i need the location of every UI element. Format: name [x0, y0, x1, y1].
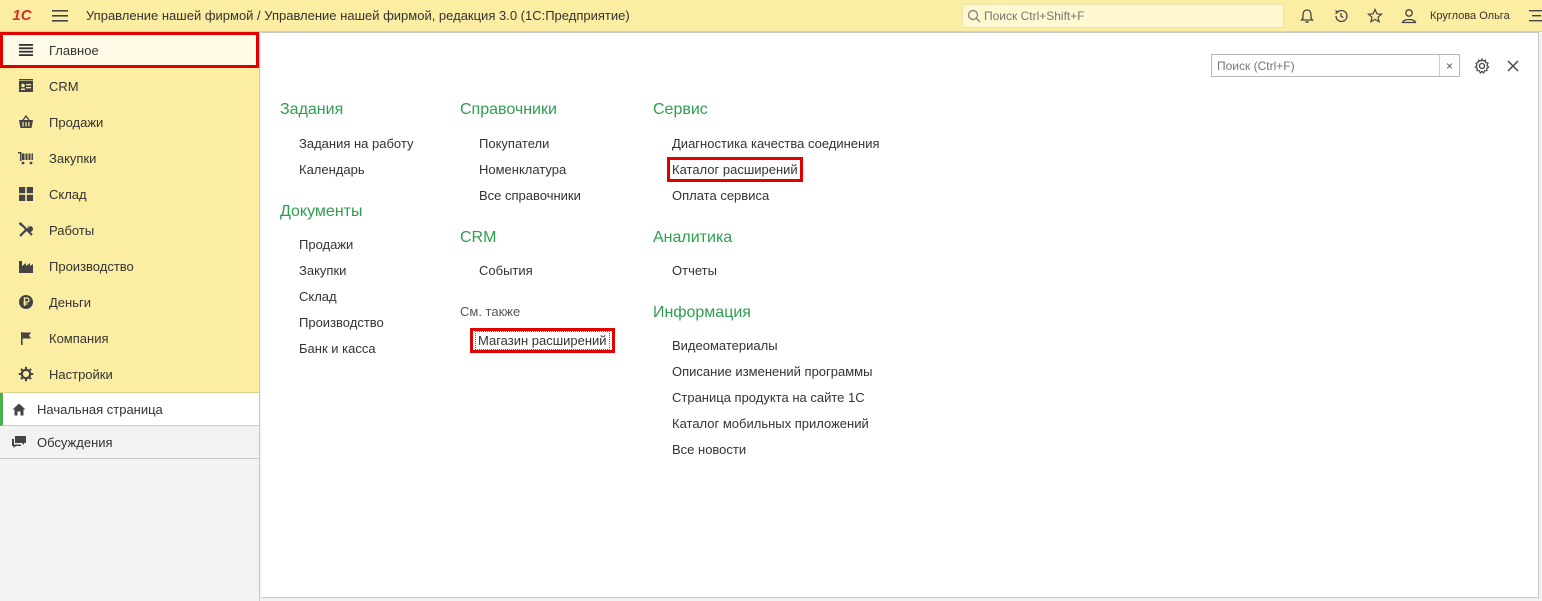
factory-icon	[16, 256, 36, 276]
search-clear-button[interactable]: ×	[1439, 55, 1459, 76]
link-calendar[interactable]: Календарь	[299, 162, 365, 177]
link-connection-diagnostics[interactable]: Диагностика качества соединения	[672, 136, 880, 151]
nav-home-page[interactable]: Начальная страница	[0, 393, 259, 426]
star-icon[interactable]	[1358, 0, 1392, 32]
chat-icon	[10, 433, 28, 451]
section-sklad[interactable]: Склад	[0, 176, 259, 212]
link-nomenclature[interactable]: Номенклатура	[479, 162, 566, 177]
top-icons: Круглова Ольга	[1290, 0, 1542, 32]
link-reports[interactable]: Отчеты	[672, 263, 717, 278]
link-doc-purchases[interactable]: Закупки	[299, 263, 346, 278]
section-label: Деньги	[49, 294, 91, 310]
link-extensions-catalog[interactable]: Каталог расширений	[667, 157, 803, 182]
see-also-label: См. также	[460, 304, 521, 319]
link-mobile-apps-catalog[interactable]: Каталог мобильных приложений	[672, 416, 869, 431]
link-doc-production[interactable]: Производство	[299, 315, 384, 330]
warehouse-icon	[16, 184, 36, 204]
tools-icon	[16, 220, 36, 240]
history-icon[interactable]	[1324, 0, 1358, 32]
main-menu-icon[interactable]	[44, 0, 76, 32]
bell-icon[interactable]	[1290, 0, 1324, 32]
link-doc-sales[interactable]: Продажи	[299, 237, 353, 252]
section-glavnoe[interactable]: Главное	[0, 32, 259, 68]
link-service-payment[interactable]: Оплата сервиса	[672, 188, 769, 203]
link-extensions-store-label: Магазин расширений	[475, 331, 610, 350]
group-title-crm: CRM	[460, 229, 497, 246]
section-zakupki[interactable]: Закупки	[0, 140, 259, 176]
basket-icon	[16, 112, 36, 132]
group-title-tasks: Задания	[280, 101, 344, 118]
section-prodazhi[interactable]: Продажи	[0, 104, 259, 140]
link-customers[interactable]: Покупатели	[479, 136, 549, 151]
section-raboty[interactable]: Работы	[0, 212, 259, 248]
section-label: CRM	[49, 78, 79, 94]
section-crm[interactable]: CRM	[0, 68, 259, 104]
ruble-icon	[16, 292, 36, 312]
link-extensions-store[interactable]: Магазин расширений	[470, 328, 615, 353]
link-changelog[interactable]: Описание изменений программы	[672, 364, 872, 379]
group-title-documents: Документы	[280, 203, 363, 220]
link-all-news[interactable]: Все новости	[672, 442, 746, 457]
section-label: Главное	[49, 42, 99, 58]
link-product-page[interactable]: Страница продукта на сайте 1С	[672, 390, 865, 405]
form-search-input[interactable]	[1212, 55, 1439, 76]
top-bar: 1С Управление нашей фирмой / Управление …	[0, 0, 1542, 32]
group-title-analytics: Аналитика	[653, 229, 733, 246]
gear-icon	[16, 364, 36, 384]
menu-lines-icon	[16, 40, 36, 60]
link-work-tasks[interactable]: Задания на работу	[299, 136, 413, 151]
link-all-catalogs[interactable]: Все справочники	[479, 188, 581, 203]
section-proizvodstvo[interactable]: Производство	[0, 248, 259, 284]
group-title-service: Сервис	[653, 101, 708, 118]
section-label: Закупки	[49, 150, 97, 166]
section-panel: Главное CRM Продажи Закупки Склад Работы…	[0, 32, 259, 393]
contact-card-icon	[16, 76, 36, 96]
global-search[interactable]	[962, 4, 1284, 28]
link-video-materials[interactable]: Видеоматериалы	[672, 338, 778, 353]
nav-label: Начальная страница	[37, 401, 163, 417]
home-icon	[10, 400, 28, 418]
form-search[interactable]: ×	[1211, 54, 1460, 77]
link-events[interactable]: События	[479, 263, 533, 278]
flag-icon	[16, 328, 36, 348]
close-icon[interactable]	[1503, 55, 1523, 77]
nav-discussions[interactable]: Обсуждения	[0, 426, 259, 459]
sidebar: Главное CRM Продажи Закупки Склад Работы…	[0, 32, 260, 601]
section-label: Настройки	[49, 366, 113, 382]
section-kompaniya[interactable]: Компания	[0, 320, 259, 356]
group-title-catalogs: Справочники	[460, 101, 557, 118]
search-icon	[967, 9, 981, 23]
section-label: Продажи	[49, 114, 104, 130]
link-doc-warehouse[interactable]: Склад	[299, 289, 337, 304]
section-label: Производство	[49, 258, 134, 274]
user-icon[interactable]	[1392, 0, 1426, 32]
window-title: Управление нашей фирмой / Управление наш…	[86, 8, 630, 23]
form-settings-icon[interactable]	[1471, 55, 1493, 77]
section-label: Компания	[49, 330, 109, 346]
user-name[interactable]: Круглова Ольга	[1430, 10, 1510, 22]
section-label: Работы	[49, 222, 95, 238]
app-logo[interactable]: 1С	[0, 0, 44, 32]
section-label: Склад	[49, 186, 87, 202]
global-search-input[interactable]	[984, 9, 1274, 23]
cart-icon	[16, 148, 36, 168]
section-dengi[interactable]: Деньги	[0, 284, 259, 320]
settings-menu-icon[interactable]	[1520, 0, 1542, 32]
group-title-information: Информация	[653, 304, 751, 321]
nav-label: Обсуждения	[37, 434, 113, 450]
link-doc-bank-cash[interactable]: Банк и касса	[299, 341, 376, 356]
section-nastroyki[interactable]: Настройки	[0, 356, 259, 392]
main-panel: × Задания Задания на работу Календарь До…	[261, 32, 1539, 598]
